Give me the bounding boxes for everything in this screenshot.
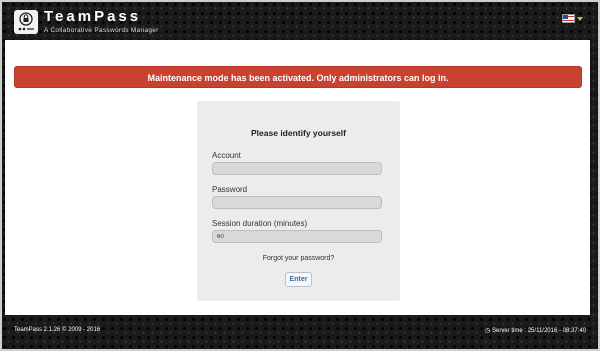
app-brand: TeamPass — [44, 8, 142, 25]
footer-version: TeamPass 2.1.26 © 2009 - 2016 — [14, 327, 101, 333]
session-duration-input[interactable] — [212, 230, 382, 243]
footer-server-time: ◷ Server time : 25/11/2016 - 08:37:40 — [485, 327, 586, 334]
maintenance-alert: Maintenance mode has been activated. Onl… — [14, 66, 582, 88]
us-flag-icon[interactable] — [562, 14, 575, 23]
app-tagline: A Collaborative Passwords Manager — [44, 27, 159, 34]
clock-icon: ◷ — [485, 328, 493, 334]
server-time-text: Server time : 25/11/2016 - 08:37:40 — [492, 328, 586, 334]
login-title: Please identify yourself — [251, 128, 346, 138]
password-input[interactable] — [212, 196, 382, 209]
header: TeamPass A Collaborative Passwords Manag… — [2, 2, 598, 40]
account-input[interactable] — [212, 162, 382, 175]
session-duration-label: Session duration (minutes) — [212, 219, 308, 228]
password-label: Password — [212, 185, 248, 194]
chevron-down-icon[interactable] — [577, 17, 583, 21]
account-label: Account — [212, 151, 241, 160]
enter-button[interactable]: Enter — [285, 272, 312, 287]
login-panel: Please identify yourself Account Passwor… — [197, 101, 400, 301]
forgot-password-link[interactable]: Forgot your password? — [197, 255, 400, 262]
teampass-logo-icon — [14, 10, 38, 34]
